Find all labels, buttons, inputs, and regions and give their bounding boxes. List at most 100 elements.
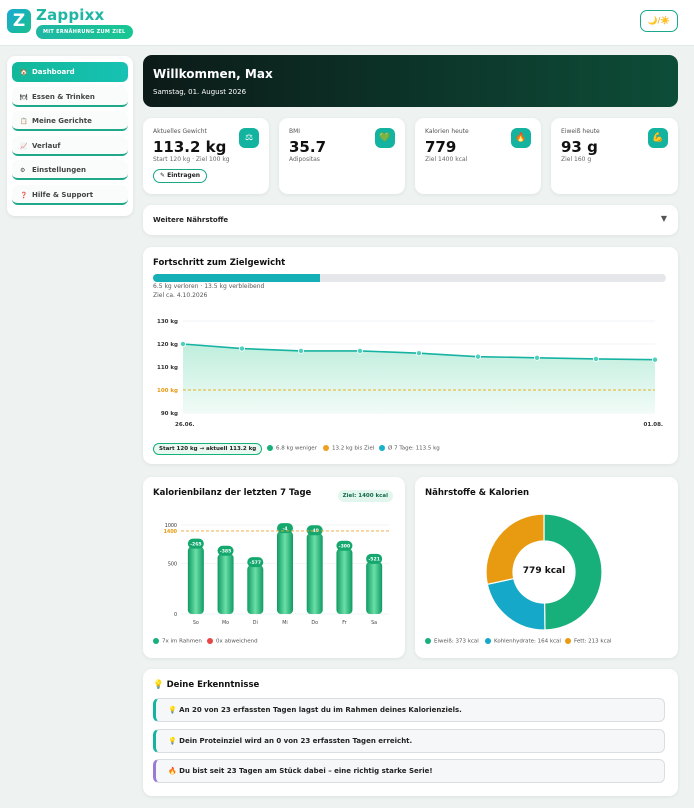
y-tick-label: 90 kg <box>161 411 178 417</box>
calorie-bar[interactable] <box>366 561 383 614</box>
legend-dot <box>565 638 571 644</box>
sidebar-item-history[interactable]: 📈 Verlauf <box>12 135 128 156</box>
chevron-down-icon: ▼ <box>660 214 667 223</box>
flame-icon: 🔥 <box>511 128 531 148</box>
sidebar-item-help[interactable]: ❓ Hilfe & Support <box>12 184 128 205</box>
stat-value: 113.2 kg <box>153 138 227 156</box>
calorie-balance-card: Kalorienbilanz der letzten 7 Tage Ziel: … <box>143 477 405 658</box>
current-date: Samstag, 01. August 2026 <box>153 88 247 96</box>
scale-icon: ⚖ <box>239 128 259 148</box>
y-tick-label: 110 kg <box>157 365 178 371</box>
stat-value: 93 g <box>561 138 598 156</box>
x-tick-label: Do <box>311 620 318 626</box>
theme-toggle-button[interactable]: 🌙/☀️ <box>640 10 678 32</box>
flame-icon: 🔥 <box>168 767 177 775</box>
chart-icon: 📈 <box>20 142 28 150</box>
weight-point[interactable] <box>415 350 422 357</box>
more-nutrients-toggle[interactable]: Weitere Nährstoffe ▼ <box>143 205 678 235</box>
legend-label: Fett: 213 kcal <box>574 638 612 645</box>
legend-dot <box>323 445 329 451</box>
stat-card-weight: Aktuelles Gewicht 113.2 kg Start 120 kg … <box>143 118 269 194</box>
legend-item: Eiweiß: 373 kcal <box>425 638 479 645</box>
question-icon: ❓ <box>20 191 28 199</box>
calorie-bar[interactable] <box>306 533 323 614</box>
goal-date-text: Ziel ca. 4.10.2026 <box>153 292 208 299</box>
welcome-banner: Willkommen, Max Samstag, 01. August 2026 <box>143 55 678 107</box>
x-tick-label: Mi <box>282 620 287 626</box>
calorie-bar[interactable] <box>187 546 204 614</box>
sidebar-item-label: Hilfe & Support <box>32 190 94 199</box>
weight-progress-fill <box>153 274 320 282</box>
stat-label: BMI <box>289 128 301 135</box>
calorie-bar[interactable] <box>277 531 293 614</box>
sidebar-item-food[interactable]: 🍽 Essen & Trinken <box>12 86 128 107</box>
insight-item: 💡 An 20 von 23 erfassten Tagen lagst du … <box>153 698 665 722</box>
bar-data-label: -521 <box>368 557 380 563</box>
weight-point[interactable] <box>239 345 246 352</box>
legend-dot <box>425 638 431 644</box>
weight-chart: 130 kg 120 kg 110 kg 100 kg 90 kg 26.06. 01.08… <box>157 319 664 428</box>
clipboard-icon: 📋 <box>20 118 28 125</box>
lightbulb-icon: 💡 <box>168 706 177 714</box>
insight-item: 💡 Dein Proteinziel wird an 0 von 23 erfa… <box>153 729 665 753</box>
top-bar: Z Zappixx MIT ERNÄHRUNG ZUM ZIEL 🌙/☀️ <box>0 0 694 46</box>
calorie-bar[interactable] <box>217 553 234 614</box>
sidebar-item-settings[interactable]: ⚙ Einstellungen <box>12 160 128 180</box>
legend-label: 7x im Rahmen <box>162 638 202 645</box>
home-icon: 🏠 <box>20 69 28 76</box>
y-tick-label: 100 kg <box>157 388 178 394</box>
x-tick-label: 01.08. <box>644 422 664 428</box>
sidebar-item-label: Essen & Trinken <box>32 92 95 101</box>
weight-point[interactable] <box>180 341 187 348</box>
app-tagline: MIT ERNÄHRUNG ZUM ZIEL <box>36 25 133 39</box>
bar-data-label: -385 <box>220 549 232 555</box>
gear-icon: ⚙ <box>20 167 26 174</box>
legend-label: Ø 7 Tage: 113.5 kg <box>388 445 440 452</box>
weight-point[interactable] <box>356 347 363 354</box>
legend-dot <box>153 638 159 644</box>
legend-dot <box>379 445 385 451</box>
legend-label: Eiweiß: 373 kcal <box>434 638 479 645</box>
stat-card-bmi: BMI 35.7 Adipositas 💚 <box>279 118 405 194</box>
sidebar-item-dashboard[interactable]: 🏠 Dashboard <box>12 62 128 82</box>
x-tick-label: Fr <box>342 620 346 626</box>
calorie-chart: 100014005000-265So-385Mo-577Di-4Mi-40Do-… <box>164 523 389 626</box>
legend-item: 7x im Rahmen <box>153 638 202 645</box>
muscle-icon: 💪 <box>648 128 668 148</box>
add-weight-button[interactable]: ✎ Eintragen <box>153 169 208 183</box>
lightbulb-icon: 💡 <box>153 680 164 690</box>
sidebar-item-meals[interactable]: 📋 Meine Gerichte <box>12 111 128 131</box>
bar-data-label: -577 <box>250 560 262 566</box>
insight-text: Dein Proteinziel wird an 0 von 23 erfass… <box>179 737 413 745</box>
bar-data-label: -300 <box>339 544 351 550</box>
weight-point[interactable] <box>533 354 540 361</box>
legend-label: 6.8 kg weniger <box>276 445 317 452</box>
stat-card-calories: Kalorien heute 779 Ziel 1400 kcal 🔥 <box>415 118 541 194</box>
weight-lost-text: 6.5 kg verloren · 13.5 kg verbleibend <box>153 283 265 290</box>
legend-label: 0x abweichend <box>216 638 258 645</box>
weight-point[interactable] <box>651 356 658 363</box>
weight-progress-title: Fortschritt zum Zielgewicht <box>153 258 286 268</box>
calorie-bar[interactable] <box>336 548 353 614</box>
bar-data-label: -265 <box>190 541 202 547</box>
weight-point[interactable] <box>592 355 599 362</box>
app-logo[interactable]: Z <box>7 9 31 33</box>
y-tick-label: 1000 <box>165 523 177 529</box>
stat-sub: Start 120 kg · Ziel 100 kg <box>153 156 230 163</box>
weight-point[interactable] <box>474 353 481 360</box>
insight-item: 🔥 Du bist seit 23 Tagen am Stück dabei –… <box>153 759 665 783</box>
calorie-balance-title: Kalorienbilanz der letzten 7 Tage <box>153 488 312 498</box>
x-tick-label: Mo <box>222 620 229 626</box>
calorie-bar[interactable] <box>247 565 264 614</box>
weight-point[interactable] <box>297 347 304 354</box>
legend-dot <box>485 638 491 644</box>
more-nutrients-label: Weitere Nährstoffe <box>153 216 229 224</box>
macros-title: Nährstoffe & Kalorien <box>425 488 530 498</box>
lightbulb-icon: 💡 <box>168 737 177 745</box>
app-name[interactable]: Zappixx <box>36 6 104 24</box>
heart-icon: 💚 <box>375 128 395 148</box>
legend-item: 6.8 kg weniger <box>267 445 317 452</box>
insight-text: An 20 von 23 erfassten Tagen lagst du im… <box>179 706 462 714</box>
sidebar-nav: 🏠 Dashboard 🍽 Essen & Trinken 📋 Meine Geric… <box>7 56 133 216</box>
x-tick-label: Sa <box>371 620 377 626</box>
